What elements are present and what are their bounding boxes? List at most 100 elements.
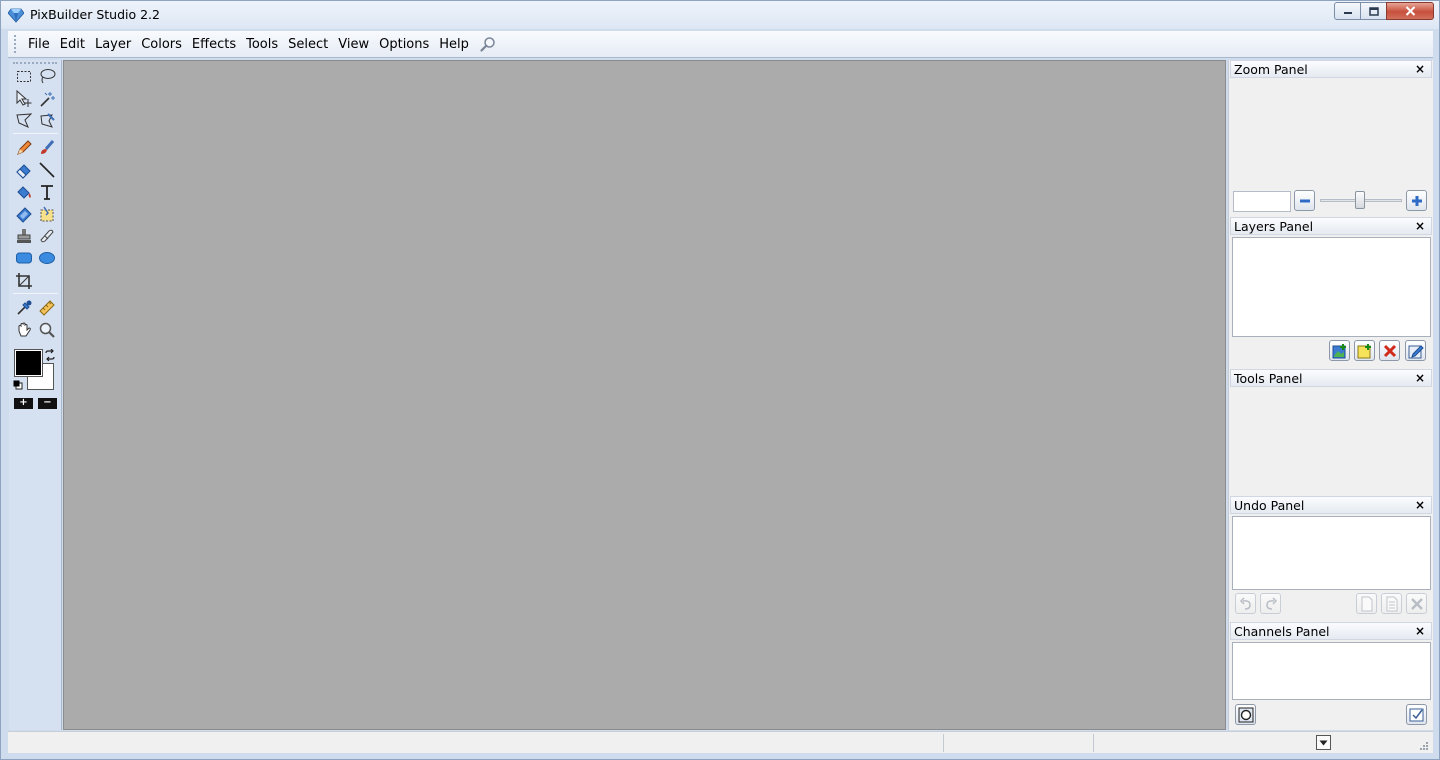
new-layer-from-image-button[interactable] <box>1329 340 1350 361</box>
reset-colors-icon[interactable] <box>13 380 23 390</box>
undo-panel-title: Undo Panel <box>1234 498 1305 513</box>
minimize-icon <box>1343 12 1352 14</box>
undo-panel-close-icon[interactable]: × <box>1415 497 1425 514</box>
status-dropdown-button[interactable] <box>1316 735 1331 750</box>
window-title: PixBuilder Studio 2.2 <box>30 7 160 22</box>
zoom-in-button[interactable] <box>1406 190 1427 211</box>
move-icon[interactable] <box>14 89 34 109</box>
swap-colors-icon[interactable] <box>44 349 56 361</box>
paint-bucket-icon[interactable] <box>14 182 34 202</box>
undo-history-list[interactable] <box>1232 516 1431 590</box>
menu-file[interactable]: File <box>23 37 55 52</box>
menu-view[interactable]: View <box>333 37 374 52</box>
zoom-panel-header: Zoom Panel × <box>1230 60 1432 78</box>
menu-tools[interactable]: Tools <box>241 37 283 52</box>
pencil-icon[interactable] <box>14 138 34 158</box>
lasso-select-icon[interactable] <box>37 66 57 86</box>
delete-icon <box>1383 344 1396 357</box>
zoom-in-icon <box>1411 195 1422 206</box>
zoom-icon[interactable] <box>37 320 57 340</box>
magnetic-lasso-icon[interactable] <box>37 111 57 131</box>
maximize-icon <box>1368 6 1379 16</box>
menu-layer[interactable]: Layer <box>90 37 136 52</box>
close-icon <box>1405 6 1415 16</box>
app-window: PixBuilder Studio 2.2 File Edit Layer Co… <box>0 0 1440 760</box>
new-snapshot-button[interactable] <box>1356 593 1377 614</box>
channels-panel-close-icon[interactable]: × <box>1415 623 1425 640</box>
text-icon[interactable] <box>37 182 57 202</box>
layers-panel-close-icon[interactable]: × <box>1415 218 1425 235</box>
brush-icon[interactable] <box>37 138 57 158</box>
crop-icon[interactable] <box>14 271 34 291</box>
eyedropper-icon[interactable] <box>14 298 34 318</box>
delete-layer-button[interactable] <box>1379 340 1400 361</box>
resize-grip-icon[interactable] <box>1419 741 1429 751</box>
toolbox: + − <box>9 60 62 730</box>
panel-dock: Zoom Panel × Layers Panel × Tools Panel … <box>1228 60 1433 730</box>
maximize-button[interactable] <box>1360 2 1387 20</box>
close-window-button[interactable] <box>1386 2 1434 20</box>
canvas-workspace[interactable] <box>63 60 1226 730</box>
checkbox-icon <box>1409 708 1423 721</box>
clone-stamp-icon[interactable] <box>14 226 34 246</box>
new-layer-button[interactable] <box>1354 340 1375 361</box>
new-image-layer-icon <box>1332 343 1346 358</box>
search-icon[interactable] <box>480 36 496 52</box>
channel-options-button[interactable] <box>1406 704 1427 725</box>
toolbox-grip[interactable] <box>13 62 57 65</box>
undo-button[interactable] <box>1235 593 1256 614</box>
menu-edit[interactable]: Edit <box>55 37 90 52</box>
tools-panel-close-icon[interactable]: × <box>1415 370 1425 387</box>
minimize-button[interactable] <box>1334 2 1361 20</box>
zoom-slider-thumb[interactable] <box>1355 191 1365 209</box>
title-bar: PixBuilder Studio 2.2 <box>1 1 1439 29</box>
channel-mask-button[interactable] <box>1235 704 1256 725</box>
chevron-down-icon <box>1319 740 1328 745</box>
status-bar <box>8 731 1433 753</box>
gradient-icon[interactable] <box>14 204 34 224</box>
zoom-value-input[interactable] <box>1233 191 1291 212</box>
rectangle-select-icon[interactable] <box>14 66 34 86</box>
layers-panel-title: Layers Panel <box>1234 219 1314 234</box>
zoom-out-button[interactable] <box>1294 190 1315 211</box>
menu-grip[interactable] <box>14 35 17 53</box>
clear-icon <box>1410 597 1423 610</box>
mask-icon <box>1238 707 1253 722</box>
toolbox-separator <box>13 133 58 134</box>
zoom-panel-title: Zoom Panel <box>1234 62 1308 77</box>
plus-button[interactable]: + <box>14 398 33 409</box>
channels-panel-header: Channels Panel × <box>1230 622 1432 640</box>
menu-colors[interactable]: Colors <box>136 37 187 52</box>
status-divider <box>1093 734 1094 752</box>
ruler-icon[interactable] <box>37 298 57 318</box>
fill-selection-icon[interactable] <box>37 204 57 224</box>
channels-list[interactable] <box>1232 642 1431 700</box>
polygon-lasso-icon[interactable] <box>14 111 34 131</box>
tools-panel-header: Tools Panel × <box>1230 369 1432 387</box>
menu-options[interactable]: Options <box>374 37 434 52</box>
layers-panel-header: Layers Panel × <box>1230 217 1432 235</box>
menu-select[interactable]: Select <box>283 37 333 52</box>
redo-button[interactable] <box>1260 593 1281 614</box>
foreground-color-swatch[interactable] <box>14 349 43 377</box>
channels-panel-title: Channels Panel <box>1234 624 1330 639</box>
new-document-icon <box>1361 596 1372 611</box>
snapshot-copy-button[interactable] <box>1381 593 1402 614</box>
menu-help[interactable]: Help <box>434 37 474 52</box>
tools-panel-title: Tools Panel <box>1234 371 1303 386</box>
magic-wand-icon[interactable] <box>37 89 57 109</box>
rounded-rectangle-icon[interactable] <box>14 248 34 268</box>
eraser-icon[interactable] <box>14 160 34 180</box>
layer-properties-button[interactable] <box>1405 340 1426 361</box>
healing-icon[interactable] <box>37 226 57 246</box>
clear-history-button[interactable] <box>1406 593 1427 614</box>
line-icon[interactable] <box>37 160 57 180</box>
hand-icon[interactable] <box>14 320 34 340</box>
zoom-panel-close-icon[interactable]: × <box>1415 61 1425 78</box>
layers-list[interactable] <box>1232 237 1431 337</box>
minus-button[interactable]: − <box>38 398 57 409</box>
zoom-out-icon <box>1299 199 1310 202</box>
ellipse-icon[interactable] <box>37 248 57 268</box>
menu-effects[interactable]: Effects <box>187 37 241 52</box>
status-divider <box>943 734 944 752</box>
